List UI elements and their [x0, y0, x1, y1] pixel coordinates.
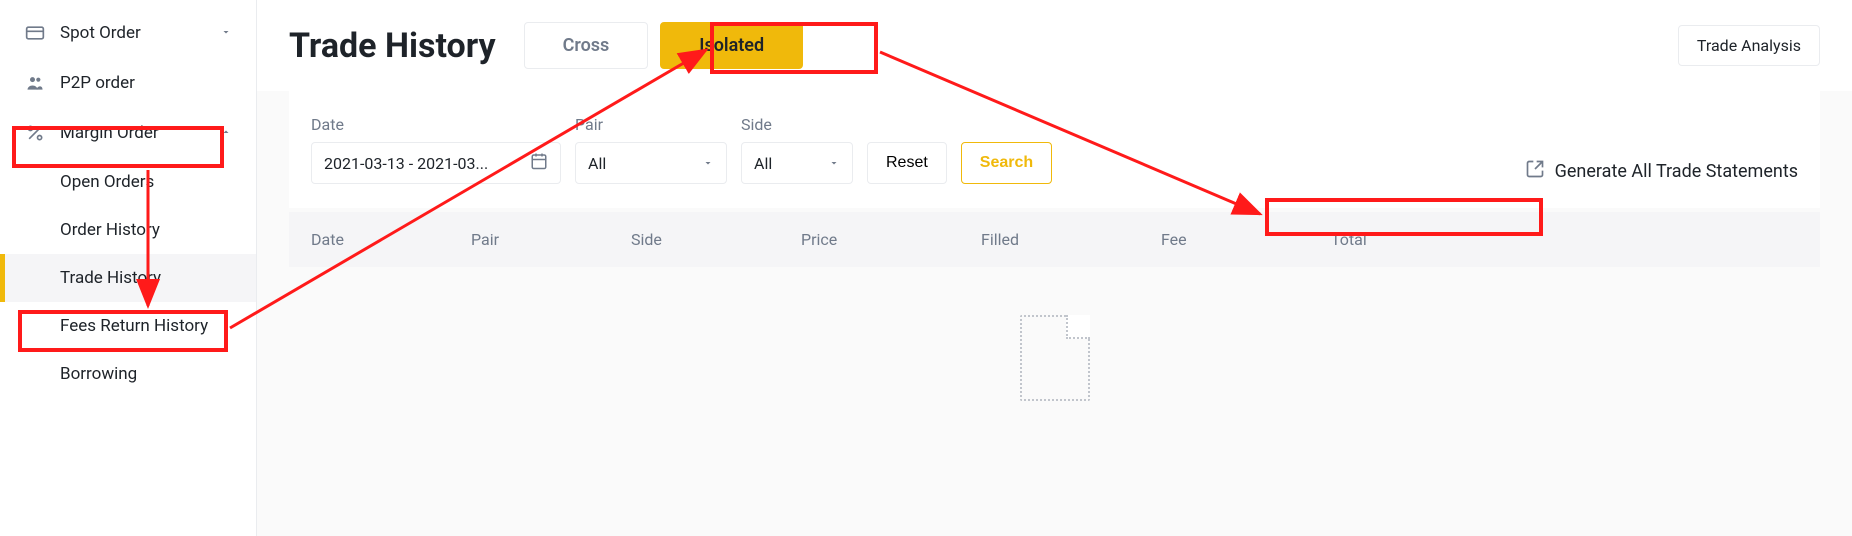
mode-tabs: Cross Isolated — [524, 22, 804, 69]
sidebar-item-label: Open Orders — [60, 172, 154, 192]
tab-isolated[interactable]: Isolated — [660, 22, 803, 69]
calendar-icon — [530, 152, 548, 174]
search-button[interactable]: Search — [961, 142, 1052, 184]
th-price: Price — [801, 230, 981, 249]
empty-state — [289, 267, 1820, 401]
sidebar-item-label: Order History — [60, 220, 160, 240]
sidebar-item-label: Borrowing — [60, 364, 137, 384]
sidebar-item-label: Spot Order — [60, 23, 141, 43]
trade-analysis-button[interactable]: Trade Analysis — [1678, 25, 1820, 66]
th-fee: Fee — [1161, 230, 1331, 249]
filter-pair-group: Pair All — [575, 115, 727, 184]
percent-icon — [24, 122, 46, 144]
chevron-down-icon — [220, 23, 232, 43]
chevron-down-icon — [828, 154, 840, 173]
tab-cross[interactable]: Cross — [524, 22, 649, 69]
sidebar-item-spot-order[interactable]: Spot Order — [0, 8, 256, 58]
sidebar-item-label: Fees Return History — [60, 316, 208, 336]
sidebar-item-p2p-order[interactable]: P2P order — [0, 58, 256, 108]
pair-select[interactable]: All — [575, 142, 727, 184]
sidebar-item-label: Trade History — [60, 268, 161, 288]
sidebar-item-label: Margin Order — [60, 123, 159, 143]
th-filled: Filled — [981, 230, 1161, 249]
card-icon — [24, 22, 46, 44]
sidebar-item-label: P2P order — [60, 73, 135, 93]
th-total: Total — [1331, 230, 1798, 249]
filter-pair-label: Pair — [575, 115, 727, 134]
chevron-up-icon — [220, 123, 232, 143]
sidebar-item-trade-history[interactable]: Trade History — [0, 254, 256, 302]
filter-date-label: Date — [311, 115, 561, 134]
pair-select-value: All — [588, 154, 606, 173]
sidebar-item-open-orders[interactable]: Open Orders — [0, 158, 256, 206]
sidebar-item-borrowing[interactable]: Borrowing — [0, 350, 256, 398]
page-title: Trade History — [289, 26, 496, 66]
date-range-value: 2021-03-13 - 2021-03... — [324, 154, 488, 173]
people-icon — [24, 72, 46, 94]
sidebar-item-margin-order[interactable]: Margin Order — [0, 108, 256, 158]
table-header: Date Pair Side Price Filled Fee Total — [289, 212, 1820, 267]
generate-statements-label: Generate All Trade Statements — [1555, 161, 1798, 182]
generate-statements-link[interactable]: Generate All Trade Statements — [1525, 159, 1798, 184]
empty-file-icon — [1020, 315, 1090, 401]
date-range-input[interactable]: 2021-03-13 - 2021-03... — [311, 142, 561, 184]
side-select-value: All — [754, 154, 772, 173]
th-date: Date — [311, 230, 471, 249]
th-pair: Pair — [471, 230, 631, 249]
main-content: Trade History Cross Isolated Trade Analy… — [257, 0, 1852, 536]
page-header: Trade History Cross Isolated Trade Analy… — [257, 0, 1852, 91]
reset-button[interactable]: Reset — [867, 142, 947, 184]
sidebar-item-order-history[interactable]: Order History — [0, 206, 256, 254]
th-side: Side — [631, 230, 801, 249]
filter-side-group: Side All — [741, 115, 853, 184]
filter-bar: Date 2021-03-13 - 2021-03... Pair All — [289, 91, 1820, 208]
filter-date-group: Date 2021-03-13 - 2021-03... — [311, 115, 561, 184]
chevron-down-icon — [702, 154, 714, 173]
sidebar-item-fees-return-history[interactable]: Fees Return History — [0, 302, 256, 350]
filter-side-label: Side — [741, 115, 853, 134]
content-area: Date 2021-03-13 - 2021-03... Pair All — [257, 91, 1852, 536]
side-select[interactable]: All — [741, 142, 853, 184]
export-icon — [1525, 159, 1545, 184]
sidebar: Spot Order P2P order Margin Order Open O… — [0, 0, 257, 536]
